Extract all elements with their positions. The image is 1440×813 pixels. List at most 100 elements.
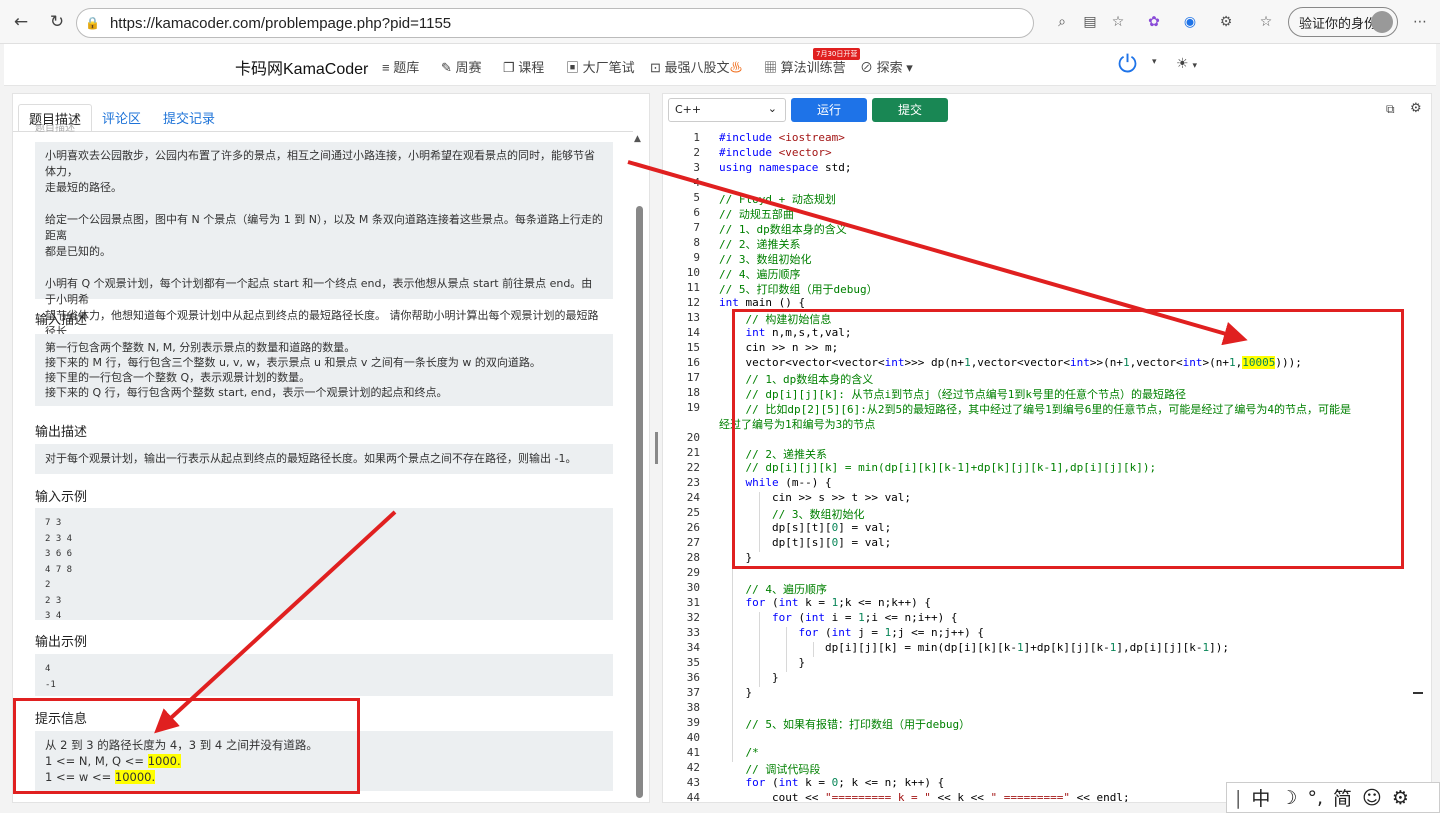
panel-resize-handle[interactable] — [655, 432, 658, 464]
reader-icon[interactable]: ▤ — [1080, 12, 1100, 32]
nav-baguwen[interactable]: ⊡ 最强八股文♨ — [650, 57, 743, 76]
extension-icon[interactable]: ✿ — [1144, 12, 1164, 32]
reload-icon[interactable]: ↻ — [46, 11, 68, 33]
profile-button[interactable]: 验证你的身份 — [1288, 7, 1398, 37]
input-desc-line: 接下里的一行包含一个整数 Q，表示观景计划的数量。 — [45, 371, 311, 384]
line-number: 19 — [686, 401, 700, 414]
line-number: 24 — [686, 491, 700, 504]
problem-panel: 题目描述 评论区 提交记录 题目描述 小明喜欢去公园散步，公园内布置了许多的景点… — [12, 93, 650, 803]
code-line: // 动规五部曲 — [719, 208, 794, 221]
line-number: 40 — [686, 731, 700, 744]
line-number: 11 — [686, 281, 700, 294]
run-button[interactable]: 运行 — [791, 98, 867, 122]
ime-moon-icon[interactable]: ☽ — [1280, 787, 1297, 809]
favorites-icon[interactable]: ☆ — [1256, 12, 1276, 32]
favorite-star-icon[interactable]: ☆ — [1108, 12, 1128, 32]
line-number: 16 — [686, 356, 700, 369]
code-format-icon[interactable]: ⧉ — [1386, 102, 1395, 117]
scrollbar-thumb[interactable] — [636, 206, 643, 798]
line-number: 33 — [686, 626, 700, 639]
line-number: 31 — [686, 596, 700, 609]
annotation-box-code — [732, 309, 1404, 569]
code-line: // 调试代码段 — [719, 763, 821, 776]
nav-courses[interactable]: ❐ 课程 — [503, 57, 544, 76]
line-number: 2 — [693, 146, 700, 159]
input-desc-line: 第一行包含两个整数 N, M, 分别表示景点的数量和道路的数量。 — [45, 341, 356, 354]
brand-logo[interactable]: 卡码网KamaCoder — [235, 55, 368, 79]
power-dropdown-caret[interactable]: ▾ — [1152, 56, 1157, 67]
desc-line: 都是已知的。 — [45, 245, 111, 258]
line-number: 20 — [686, 431, 700, 444]
line-number: 34 — [686, 641, 700, 654]
language-select[interactable]: C++ ⌄ — [668, 98, 786, 122]
line-number: 22 — [686, 461, 700, 474]
more-menu-icon[interactable]: ⋯ — [1410, 12, 1430, 32]
annotation-box-hint — [13, 698, 360, 794]
code-line: // Floyd + 动态规划 — [719, 193, 836, 206]
ime-emoji-icon[interactable]: ☺ — [1362, 787, 1382, 809]
input-desc-box: 第一行包含两个整数 N, M, 分别表示景点的数量和道路的数量。 接下来的 M … — [35, 334, 613, 406]
settings-gear-icon[interactable]: ⚙ — [1410, 101, 1422, 116]
tab-divider — [13, 131, 633, 132]
language-value: C++ — [675, 103, 702, 116]
avatar — [1371, 11, 1393, 33]
code-line: #include <vector> — [719, 146, 832, 159]
line-number: 17 — [686, 371, 700, 384]
tab-submissions[interactable]: 提交记录 — [153, 104, 225, 132]
nav-exams[interactable]: ▣ 大厂笔试 — [566, 57, 635, 76]
back-icon[interactable]: ← — [10, 11, 32, 33]
nav-label: 最强八股文 — [664, 60, 730, 75]
minimize-dash — [1413, 692, 1423, 694]
nav-explore[interactable]: ⊘ 探索 ▾ — [860, 57, 913, 76]
nav-label: 算法训练营 — [780, 60, 846, 75]
line-number: 8 — [693, 236, 700, 249]
line-number: 25 — [686, 506, 700, 519]
zoom-icon[interactable]: ⌕ — [1052, 12, 1072, 32]
line-number: 14 — [686, 326, 700, 339]
extensions-puzzle-icon[interactable]: ⚙ — [1216, 12, 1236, 32]
code-line: // 4、遍历顺序 — [719, 268, 801, 281]
line-number: 5 — [693, 191, 700, 204]
code-line: using namespace std; — [719, 161, 852, 174]
line-number: 10 — [686, 266, 700, 279]
ime-punctuation-toggle[interactable]: °, — [1307, 787, 1323, 809]
line-number: 38 — [686, 701, 700, 714]
line-number: 1 — [693, 131, 700, 144]
ime-settings-icon[interactable]: ⚙ — [1392, 787, 1409, 809]
input-desc-line: 接下来的 M 行，每行包含三个整数 u, v, w，表示景点 u 和景点 v 之… — [45, 356, 541, 369]
line-number: 43 — [686, 776, 700, 789]
line-number: 35 — [686, 656, 700, 669]
nav-weekly[interactable]: ✎ 周赛 — [441, 57, 482, 76]
power-icon[interactable]: ⏻ — [1118, 51, 1137, 79]
sample-input-box: 7 3 2 3 4 3 6 6 4 7 8 2 2 3 3 4 — [35, 508, 613, 621]
section-title-cut: 题目描述 — [35, 124, 75, 133]
output-desc-box: 对于每个观景计划，输出一行表示从起点到终点的最短路径长度。如果两个景点之间不存在… — [35, 444, 613, 474]
code-line: for (int k = 1;k <= n;k++) { — [745, 596, 931, 609]
line-number: 6 — [693, 206, 700, 219]
nav-problems[interactable]: ≡ 题库 — [382, 57, 419, 76]
tab-comments[interactable]: 评论区 — [92, 104, 151, 132]
line-number: 7 — [693, 221, 700, 234]
ime-simplified-toggle[interactable]: 简 — [1333, 784, 1352, 811]
desc-line: 小明有 Q 个观景计划，每个计划都有一个起点 start 和一个终点 end，表… — [45, 277, 593, 306]
theme-sun-icon[interactable]: ☀ ▾ — [1176, 55, 1197, 72]
line-number: 12 — [686, 296, 700, 309]
output-desc-text: 对于每个观景计划，输出一行表示从起点到终点的最短路径长度。如果两个景点之间不存在… — [45, 452, 577, 465]
code-line: dp[i][j][k] = min(dp[i][k][k-1]+dp[k][j]… — [719, 641, 1229, 654]
line-number: 32 — [686, 611, 700, 624]
url-text: https://kamacoder.com/problempage.php?pi… — [109, 14, 452, 32]
address-bar[interactable]: 🔒 https://kamacoder.com/problempage.php?… — [76, 8, 1034, 38]
line-number: 44 — [686, 791, 700, 802]
line-number: 23 — [686, 476, 700, 489]
sample-output-title: 输出示例 — [35, 634, 88, 649]
line-number: 4 — [693, 176, 700, 189]
line-number: 21 — [686, 446, 700, 459]
ime-chinese-toggle[interactable]: 中 — [1251, 784, 1270, 811]
extension-icon-2[interactable]: ◉ — [1180, 12, 1200, 32]
fire-icon: ♨ — [729, 60, 743, 75]
code-line: int main () { — [719, 296, 806, 309]
line-number: 18 — [686, 386, 700, 399]
code-line: // 3、数组初始化 — [719, 253, 812, 266]
scroll-up-arrow[interactable]: ▲ — [634, 134, 641, 144]
submit-button[interactable]: 提交 — [872, 98, 948, 122]
